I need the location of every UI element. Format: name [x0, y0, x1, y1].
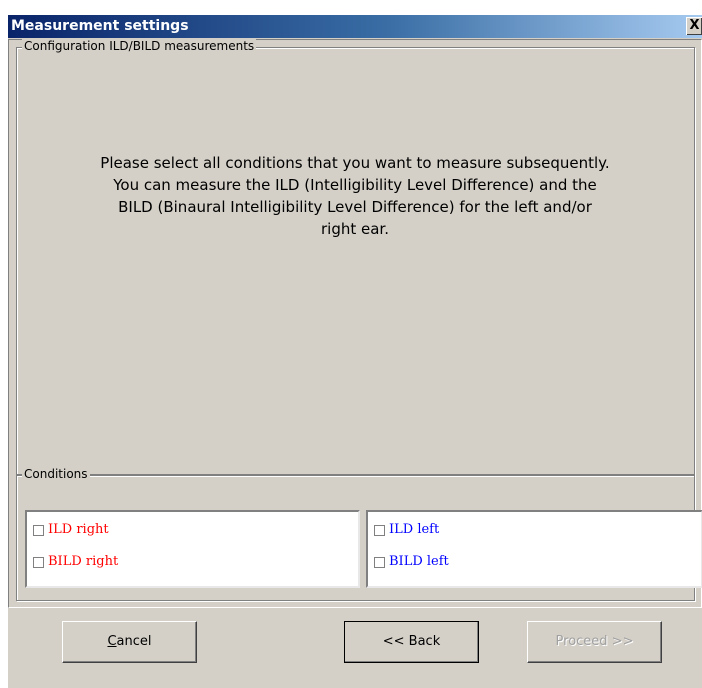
instructions-line: You can measure the ILD (Intelligibility… — [113, 176, 597, 194]
proceed-button[interactable]: Proceed >> — [527, 621, 662, 663]
checkbox-box[interactable] — [33, 524, 44, 536]
measurement-settings-dialog: Measurement settings X Configuration ILD… — [8, 15, 702, 688]
ild-left-label[interactable]: ILD left — [389, 522, 439, 538]
instructions-line: BILD (Binaural Intelligibility Level Dif… — [118, 198, 592, 216]
instructions-line: right ear. — [321, 220, 389, 238]
bild-left-label[interactable]: BILD left — [389, 554, 449, 570]
right-ear-conditions-list: ILD right BILD right — [25, 510, 360, 588]
instructions-text: Please select all conditions that you wa… — [29, 152, 681, 240]
ild-right-label[interactable]: ILD right — [48, 522, 109, 538]
close-button[interactable]: X — [686, 17, 702, 35]
configuration-groupbox-title: Configuration ILD/BILD measurements — [22, 39, 257, 54]
ild-left-checkbox[interactable]: ILD left — [374, 522, 439, 538]
content-panel: Configuration ILD/BILD measurements Plea… — [8, 39, 702, 608]
conditions-groupbox-title: Conditions — [22, 467, 90, 482]
title-bar[interactable]: Measurement settings X — [8, 15, 702, 38]
back-button[interactable]: << Back — [344, 621, 479, 663]
checkbox-box[interactable] — [33, 556, 44, 568]
cancel-label: ancel — [116, 634, 152, 649]
bild-right-checkbox[interactable]: BILD right — [33, 554, 118, 570]
checkbox-box[interactable] — [374, 524, 385, 536]
cancel-button[interactable]: Cancel — [62, 621, 197, 663]
back-label: << Back — [382, 634, 441, 649]
ild-right-checkbox[interactable]: ILD right — [33, 522, 109, 538]
bild-right-label[interactable]: BILD right — [48, 554, 118, 570]
close-icon: X — [689, 18, 700, 33]
proceed-label: Proceed >> — [555, 634, 634, 649]
bild-left-checkbox[interactable]: BILD left — [374, 554, 449, 570]
instructions-line: Please select all conditions that you wa… — [100, 154, 610, 172]
checkbox-box[interactable] — [374, 556, 385, 568]
window-title: Measurement settings — [11, 18, 189, 34]
cancel-accelerator: C — [107, 634, 117, 649]
left-ear-conditions-list: ILD left BILD left — [366, 510, 702, 588]
configuration-groupbox: Configuration ILD/BILD measurements — [16, 39, 695, 475]
